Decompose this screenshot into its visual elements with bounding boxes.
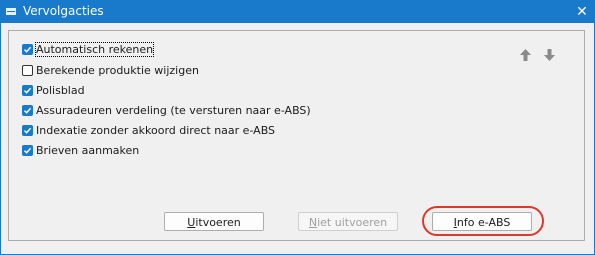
option-automatisch-rekenen[interactable]: Automatisch rekenen [22,41,155,57]
dialog-window: Vervolgacties ✕ Automatisch rekenen Bere… [0,0,595,255]
option-label: Polisblad [36,83,85,97]
button-mnemonic: N [308,216,318,229]
arrow-down-icon[interactable] [542,47,557,62]
option-label: Assuradeuren verdeling (te versturen naa… [36,103,311,117]
option-indexatie-zonder-akkoord[interactable]: Indexatie zonder akkoord direct naar e-A… [22,122,275,138]
checkbox[interactable] [22,64,33,76]
arrow-up-icon[interactable] [518,47,533,62]
checkmark-icon [23,127,32,134]
option-brieven-aanmaken[interactable]: Brieven aanmaken [22,142,139,158]
app-icon [6,8,16,15]
checkbox[interactable] [22,104,33,116]
option-assuradeuren-verdeling[interactable]: Assuradeuren verdeling (te versturen naa… [22,102,311,118]
highlight-ring [422,206,544,236]
option-label: Berekende produktie wijzigen [36,63,199,77]
option-polisblad[interactable]: Polisblad [22,82,85,98]
title-bar[interactable]: Vervolgacties ✕ [1,1,594,23]
checkbox[interactable] [22,144,33,156]
button-label: itvoeren [195,216,241,229]
checkmark-icon [23,147,32,154]
option-label: Indexatie zonder akkoord direct naar e-A… [36,123,276,137]
option-label: Brieven aanmaken [36,143,140,157]
close-icon[interactable]: ✕ [570,1,594,23]
checkmark-icon [23,87,32,94]
checkbox[interactable] [22,43,33,55]
uitvoeren-button[interactable]: Uitvoeren [164,212,264,231]
button-label: iet uitvoeren [317,216,388,229]
option-berekende-produktie-wijzigen[interactable]: Berekende produktie wijzigen [22,62,199,78]
checkmark-icon [23,46,32,53]
checkmark-icon [23,107,32,114]
checkbox[interactable] [22,124,33,136]
niet-uitvoeren-button[interactable]: Niet uitvoeren [298,212,398,231]
window-title: Vervolgacties [23,4,104,18]
options-panel: Automatisch rekenen Berekende produktie … [8,30,585,241]
option-label: Automatisch rekenen [34,41,155,57]
checkbox[interactable] [22,84,33,96]
